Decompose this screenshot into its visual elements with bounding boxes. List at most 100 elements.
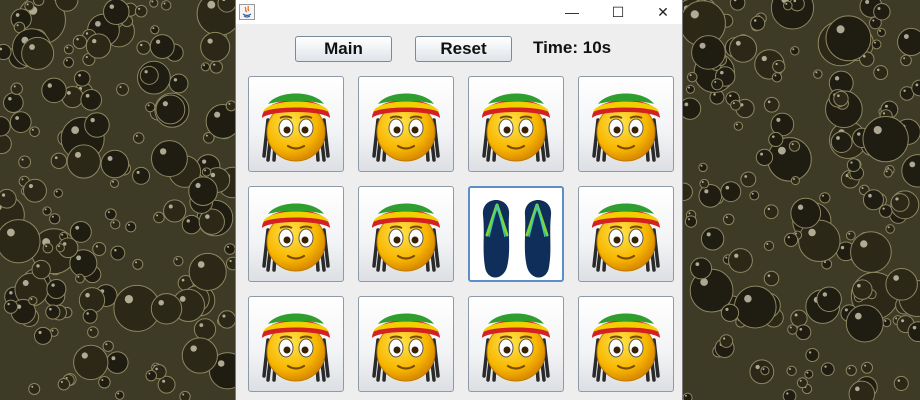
bubble	[193, 318, 217, 341]
bubble-highlight	[884, 104, 888, 108]
bubble	[42, 242, 54, 254]
memory-card[interactable]	[578, 296, 674, 392]
bubble-highlight	[855, 386, 860, 392]
title-bar[interactable]: — ☐ ✕	[236, 0, 682, 24]
bubble	[155, 94, 186, 125]
bubble	[45, 304, 61, 320]
bubble	[833, 90, 849, 107]
bubble-highlight	[857, 283, 861, 288]
close-button[interactable]: ✕	[640, 0, 682, 24]
bubble-highlight	[767, 100, 771, 104]
bubble	[153, 211, 165, 224]
bubble-highlight	[789, 368, 792, 371]
bubble	[0, 219, 41, 264]
bubble	[885, 224, 895, 234]
bubble	[163, 199, 187, 223]
memory-card[interactable]	[248, 186, 344, 282]
bubble	[729, 34, 758, 63]
bubble	[139, 65, 159, 85]
bubble-highlight	[751, 192, 754, 195]
bubble-highlight	[71, 126, 80, 134]
bubble	[763, 270, 780, 287]
bubble-highlight	[734, 253, 739, 258]
bubble-highlight	[60, 380, 63, 383]
memory-card[interactable]	[578, 76, 674, 172]
bubble	[125, 221, 137, 233]
memory-card[interactable]	[248, 296, 344, 392]
bubble-highlight	[725, 307, 729, 311]
bubble	[720, 181, 742, 203]
bubble	[55, 243, 65, 253]
bubble	[813, 69, 823, 79]
bubble-highlight	[882, 207, 885, 210]
minimize-button[interactable]: —	[549, 0, 595, 24]
bubble	[750, 15, 766, 31]
bubble-highlight	[114, 249, 117, 252]
bubble	[845, 304, 884, 343]
bubble-highlight	[684, 102, 689, 107]
maximize-button[interactable]: ☐	[595, 0, 641, 24]
bubble	[168, 73, 189, 94]
bubble-highlight	[90, 328, 93, 331]
bubble	[53, 188, 63, 198]
bubble	[105, 351, 129, 374]
bubble-highlight	[729, 94, 732, 97]
bubble	[804, 369, 814, 379]
bubble-highlight	[744, 175, 748, 178]
bubble	[768, 131, 784, 148]
bubble-highlight	[776, 117, 781, 122]
bubble	[98, 376, 111, 389]
bubble-highlight	[217, 360, 225, 367]
bubble-highlight	[854, 312, 862, 320]
memory-card[interactable]	[248, 76, 344, 172]
bubble	[845, 364, 857, 377]
bubble	[179, 390, 191, 400]
bubble	[73, 344, 109, 381]
bubble-highlight	[31, 385, 34, 388]
bubble	[846, 158, 861, 173]
bubble-highlight	[147, 104, 150, 107]
bubble	[763, 240, 775, 252]
bubble	[852, 279, 873, 300]
bubble-highlight	[36, 264, 40, 268]
bubble-highlight	[701, 180, 704, 183]
memory-card[interactable]	[358, 296, 454, 392]
bubble	[733, 121, 744, 131]
memory-card[interactable]	[578, 186, 674, 282]
bubble-highlight	[127, 223, 130, 226]
bubble	[29, 126, 40, 137]
bubble-highlight	[29, 44, 35, 50]
bubble	[784, 232, 799, 247]
bubble	[42, 206, 52, 216]
main-button[interactable]: Main	[295, 36, 392, 62]
bubble-highlight	[808, 228, 816, 237]
bubble-highlight	[135, 134, 138, 137]
bubble-highlight	[903, 34, 909, 39]
bubble-highlight	[786, 392, 789, 395]
memory-card[interactable]	[468, 296, 564, 392]
bubble-highlight	[824, 365, 827, 368]
bubble-highlight	[762, 368, 765, 371]
memory-card[interactable]	[468, 76, 564, 172]
bubble-highlight	[21, 178, 24, 181]
bubble-highlight	[207, 38, 213, 44]
bubble-highlight	[909, 161, 916, 168]
bubble-highlight	[204, 169, 207, 172]
bubble-highlight	[840, 245, 845, 250]
bubble	[21, 36, 55, 70]
memory-card[interactable]	[358, 186, 454, 282]
bubble-highlight	[901, 319, 905, 323]
bubble-highlight	[772, 135, 775, 138]
memory-card[interactable]	[468, 186, 564, 282]
bubble-highlight	[6, 228, 15, 237]
reset-button[interactable]: Reset	[415, 36, 512, 62]
bubble	[699, 178, 710, 189]
bubble-highlight	[109, 4, 115, 9]
bubble-highlight	[107, 156, 113, 161]
bubble	[102, 340, 114, 352]
bubble	[728, 248, 753, 273]
bubble	[150, 293, 183, 325]
bubble-highlight	[834, 76, 840, 81]
bubble	[796, 377, 808, 389]
memory-card[interactable]	[358, 76, 454, 172]
